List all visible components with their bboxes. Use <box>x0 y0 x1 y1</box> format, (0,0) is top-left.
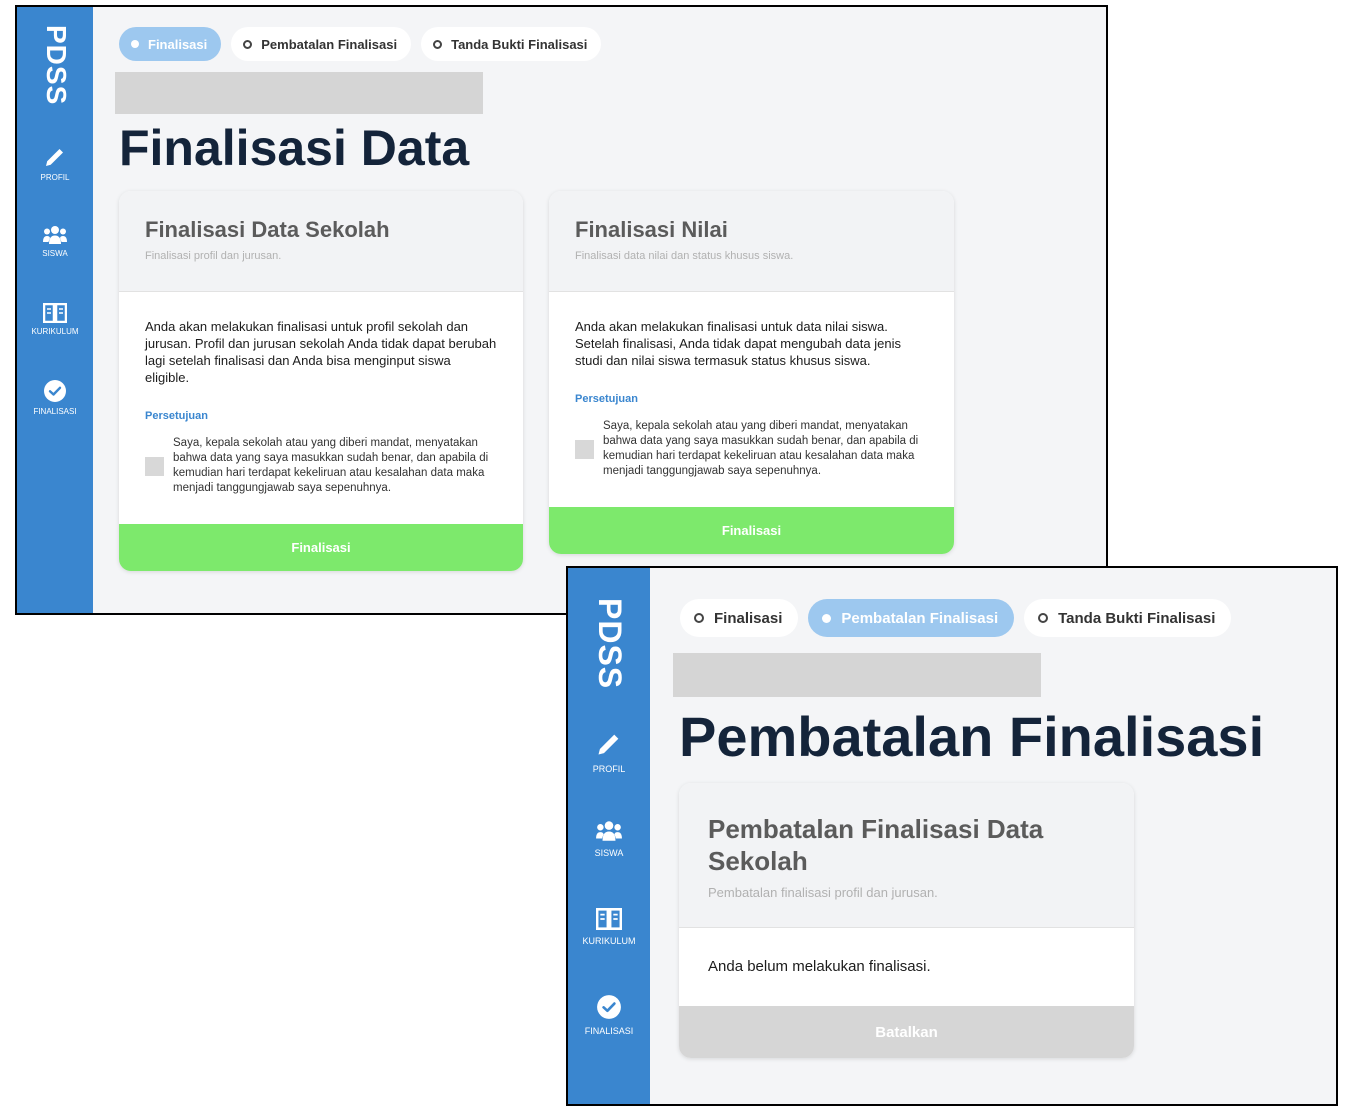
tab-label: Tanda Bukti Finalisasi <box>1058 609 1216 627</box>
sidebar: PDSS PROFIL SISWA KURIKULUM FINALISASI <box>568 568 650 1104</box>
tab-indicator-dot <box>822 613 832 623</box>
page-title: Pembatalan Finalisasi <box>679 705 1265 768</box>
brand-logo[interactable]: PDSS <box>591 598 628 689</box>
agreement-label: Persetujuan <box>145 410 208 422</box>
tab-tanda-bukti-finalisasi[interactable]: Tanda Bukti Finalisasi <box>1024 599 1232 637</box>
sidebar-item-label: FINALISASI <box>33 407 77 416</box>
card-description: Anda akan melakukan finalisasi untuk dat… <box>575 319 901 368</box>
book-icon <box>43 303 67 323</box>
sidebar-item-finalisasi[interactable]: FINALISASI <box>17 379 93 416</box>
card-subtitle: Finalisasi data nilai dan status khusus … <box>575 250 794 262</box>
tab-finalisasi[interactable]: Finalisasi <box>680 599 799 637</box>
agreement-checkbox[interactable] <box>575 439 594 459</box>
sidebar-item-label: PROFIL <box>40 173 70 182</box>
page-title: Finalisasi Data <box>119 120 470 176</box>
sidebar-item-profil[interactable]: PROFIL <box>17 145 93 182</box>
finalisasi-button[interactable]: Finalisasi <box>549 507 954 554</box>
sidebar-item-label: KURIKULUM <box>31 327 79 336</box>
tab-bar: Finalisasi Pembatalan Finalisasi Tanda B… <box>680 599 1232 637</box>
card-description: Anda akan melakukan finalisasi untuk pro… <box>145 319 497 385</box>
agreement-row: Saya, kepala sekolah atau yang diberi ma… <box>145 436 497 496</box>
tab-tanda-bukti-finalisasi[interactable]: Tanda Bukti Finalisasi <box>421 27 602 61</box>
tab-finalisasi[interactable]: Finalisasi <box>119 27 222 61</box>
check-circle-icon <box>44 380 66 402</box>
card-pembatalan-finalisasi-data-sekolah: Pembatalan Finalisasi Data Sekolah Pemba… <box>679 783 1134 1058</box>
screenshot-finalisasi: PDSS PROFIL SISWA KURIKULUM FINALISASI F… <box>15 5 1108 615</box>
tab-indicator-dot <box>131 40 139 48</box>
card-header: Finalisasi Data Sekolah Finalisasi profi… <box>119 191 523 292</box>
sidebar-item-label: SISWA <box>42 249 68 258</box>
sidebar-item-finalisasi[interactable]: FINALISASI <box>568 994 650 1036</box>
card-description: Anda belum melakukan finalisasi. <box>708 958 931 975</box>
agreement-label: Persetujuan <box>575 393 638 405</box>
card-finalisasi-data-sekolah: Finalisasi Data Sekolah Finalisasi profi… <box>119 191 523 571</box>
tab-indicator-dot <box>694 613 704 623</box>
card-title: Finalisasi Data Sekolah <box>145 217 390 242</box>
card-body: Anda akan melakukan finalisasi untuk dat… <box>549 292 954 479</box>
agreement-checkbox[interactable] <box>145 456 164 476</box>
batalkan-button[interactable]: Batalkan <box>679 1006 1134 1058</box>
sidebar-item-siswa[interactable]: SISWA <box>17 225 93 258</box>
sidebar-item-label: KURIKULUM <box>582 936 636 946</box>
breadcrumb-placeholder <box>673 653 1041 697</box>
card-finalisasi-nilai: Finalisasi Nilai Finalisasi data nilai d… <box>549 191 954 554</box>
card-title: Pembatalan Finalisasi Data Sekolah <box>708 814 1044 876</box>
agreement-text: Saya, kepala sekolah atau yang diberi ma… <box>603 420 919 477</box>
card-header: Finalisasi Nilai Finalisasi data nilai d… <box>549 191 954 292</box>
tab-label: Pembatalan Finalisasi <box>261 36 398 52</box>
sidebar-item-label: PROFIL <box>592 764 626 774</box>
breadcrumb-placeholder <box>115 72 483 114</box>
card-body: Anda belum melakukan finalisasi. <box>679 928 1134 975</box>
check-circle-icon <box>597 995 621 1019</box>
screenshot-pembatalan-finalisasi: PDSS PROFIL SISWA KURIKULUM FINALISASI F… <box>566 566 1338 1106</box>
card-subtitle: Finalisasi profil dan jurusan. <box>145 250 282 262</box>
tab-label: Finalisasi <box>148 36 208 52</box>
pencil-icon <box>598 734 619 755</box>
sidebar: PDSS PROFIL SISWA KURIKULUM FINALISASI <box>17 7 93 613</box>
tab-pembatalan-finalisasi[interactable]: Pembatalan Finalisasi <box>808 599 1015 637</box>
pencil-icon <box>46 149 63 166</box>
tab-label: Finalisasi <box>714 609 783 627</box>
users-icon <box>596 821 622 841</box>
tab-pembatalan-finalisasi[interactable]: Pembatalan Finalisasi <box>231 27 412 61</box>
tab-indicator-dot <box>243 39 253 49</box>
tab-label: Pembatalan Finalisasi <box>841 609 999 627</box>
tab-indicator-dot <box>1038 613 1049 623</box>
sidebar-item-siswa[interactable]: SISWA <box>568 820 650 858</box>
tab-bar: Finalisasi Pembatalan Finalisasi Tanda B… <box>119 27 602 61</box>
sidebar-item-kurikulum[interactable]: KURIKULUM <box>568 908 650 946</box>
agreement-row: Saya, kepala sekolah atau yang diberi ma… <box>575 419 928 479</box>
card-body: Anda akan melakukan finalisasi untuk pro… <box>119 292 523 496</box>
sidebar-item-profil[interactable]: PROFIL <box>568 730 650 774</box>
tab-indicator-dot <box>433 39 443 49</box>
agreement-text: Saya, kepala sekolah atau yang diberi ma… <box>173 437 489 494</box>
users-icon <box>43 226 67 244</box>
book-icon <box>596 908 622 930</box>
sidebar-item-kurikulum[interactable]: KURIKULUM <box>17 303 93 336</box>
card-subtitle: Pembatalan finalisasi profil dan jurusan… <box>708 885 938 900</box>
sidebar-item-label: FINALISASI <box>584 1026 634 1036</box>
card-header: Pembatalan Finalisasi Data Sekolah Pemba… <box>679 783 1134 928</box>
sidebar-item-label: SISWA <box>594 848 624 858</box>
card-title: Finalisasi Nilai <box>575 217 728 242</box>
brand-logo[interactable]: PDSS <box>40 25 72 105</box>
tab-label: Tanda Bukti Finalisasi <box>451 36 588 52</box>
finalisasi-button[interactable]: Finalisasi <box>119 524 523 571</box>
